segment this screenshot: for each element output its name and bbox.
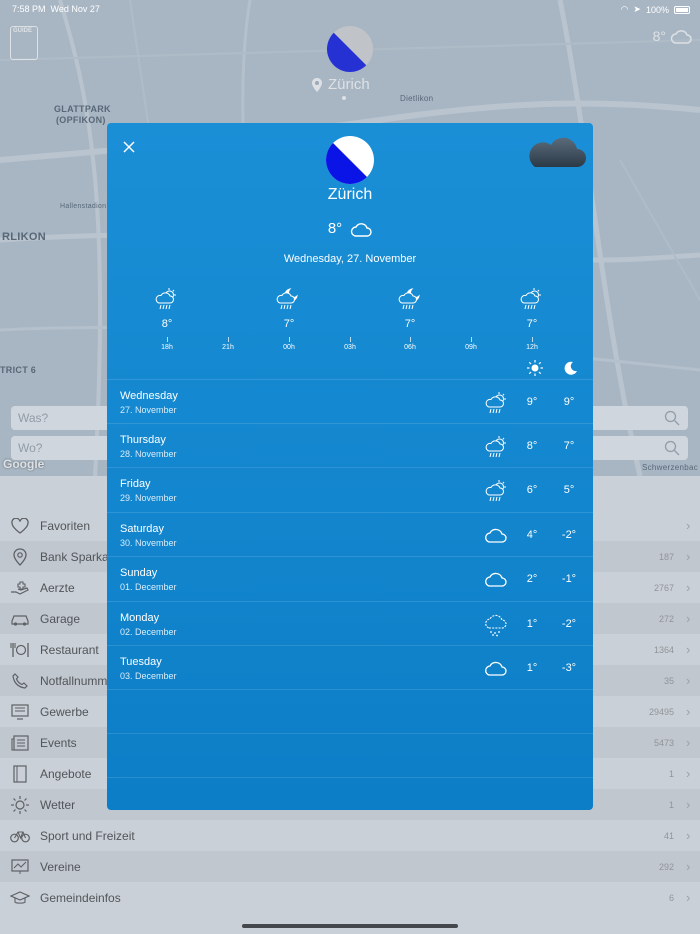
hour-temp: 8° [161, 318, 173, 330]
divider [107, 689, 593, 690]
hour-temp: 7° [283, 318, 295, 330]
battery-icon [674, 5, 690, 14]
battery-percent: 100% [645, 4, 669, 15]
day-row[interactable]: Sunday 01. December 2° -1° [107, 556, 593, 600]
hour-label: 12h [526, 344, 538, 351]
sun-icon [527, 360, 543, 376]
hour-tick [471, 337, 472, 342]
day-row[interactable]: Thursday 28. November 8° 7° [107, 423, 593, 467]
cloud-icon [485, 572, 507, 587]
hour-label: 09h [465, 344, 477, 351]
status-bar: 7:58 PM Wed Nov 27 ◠ ➤ 100% [0, 0, 700, 18]
day-row[interactable]: Monday 02. December 1° -2° [107, 601, 593, 645]
snow-cloud-icon [485, 614, 507, 637]
cloud-icon [485, 661, 507, 676]
current-temp: 8° [327, 220, 343, 237]
sun-rain-icon [485, 391, 507, 414]
sun-rain-icon [485, 435, 507, 458]
hour-tick [532, 337, 533, 342]
close-icon[interactable] [123, 141, 135, 153]
sun-rain-icon [155, 287, 177, 310]
hour-label: 18h [161, 344, 173, 351]
modal-city: Zürich [327, 186, 373, 203]
dark-cloud-icon [529, 137, 586, 167]
hour-tick [289, 337, 290, 342]
hour-label: 21h [222, 344, 234, 351]
current-weather: 8° [107, 220, 593, 237]
city-crest-logo [326, 136, 374, 184]
day-row[interactable]: Saturday 30. November 4° -2° [107, 512, 593, 556]
weather-modal: Zürich 8° Wednesday, 27. November 8° 18h… [107, 123, 593, 810]
divider [107, 777, 593, 778]
hour-label: 03h [344, 344, 356, 351]
location-arrow-icon: ➤ [633, 4, 641, 14]
hour-tick [167, 337, 168, 342]
moon-icon [564, 361, 577, 375]
sun-rain-icon [485, 479, 507, 502]
day-row[interactable]: Wednesday 27. November 9° 9° [107, 379, 593, 423]
moon-rain-icon [276, 288, 298, 310]
moon-rain-icon [398, 288, 420, 310]
hour-label: 06h [404, 344, 416, 351]
hour-tick [228, 337, 229, 342]
hour-label: 00h [283, 344, 295, 351]
day-row[interactable]: Tuesday 03. December 1° -3° [107, 645, 593, 689]
day-row[interactable]: Friday 29. November 6° 5° [107, 467, 593, 511]
hour-temp: 7° [404, 318, 416, 330]
hour-temp: 7° [526, 318, 538, 330]
hour-tick [350, 337, 351, 342]
divider [107, 733, 593, 734]
hour-tick [410, 337, 411, 342]
cloud-icon [485, 528, 507, 543]
status-time: 7:58 PM Wed Nov 27 [12, 4, 100, 14]
cloud-icon [350, 222, 372, 237]
current-date: Wednesday, 27. November [283, 253, 417, 265]
wifi-icon: ◠ [620, 4, 629, 14]
sun-rain-icon [520, 287, 542, 310]
